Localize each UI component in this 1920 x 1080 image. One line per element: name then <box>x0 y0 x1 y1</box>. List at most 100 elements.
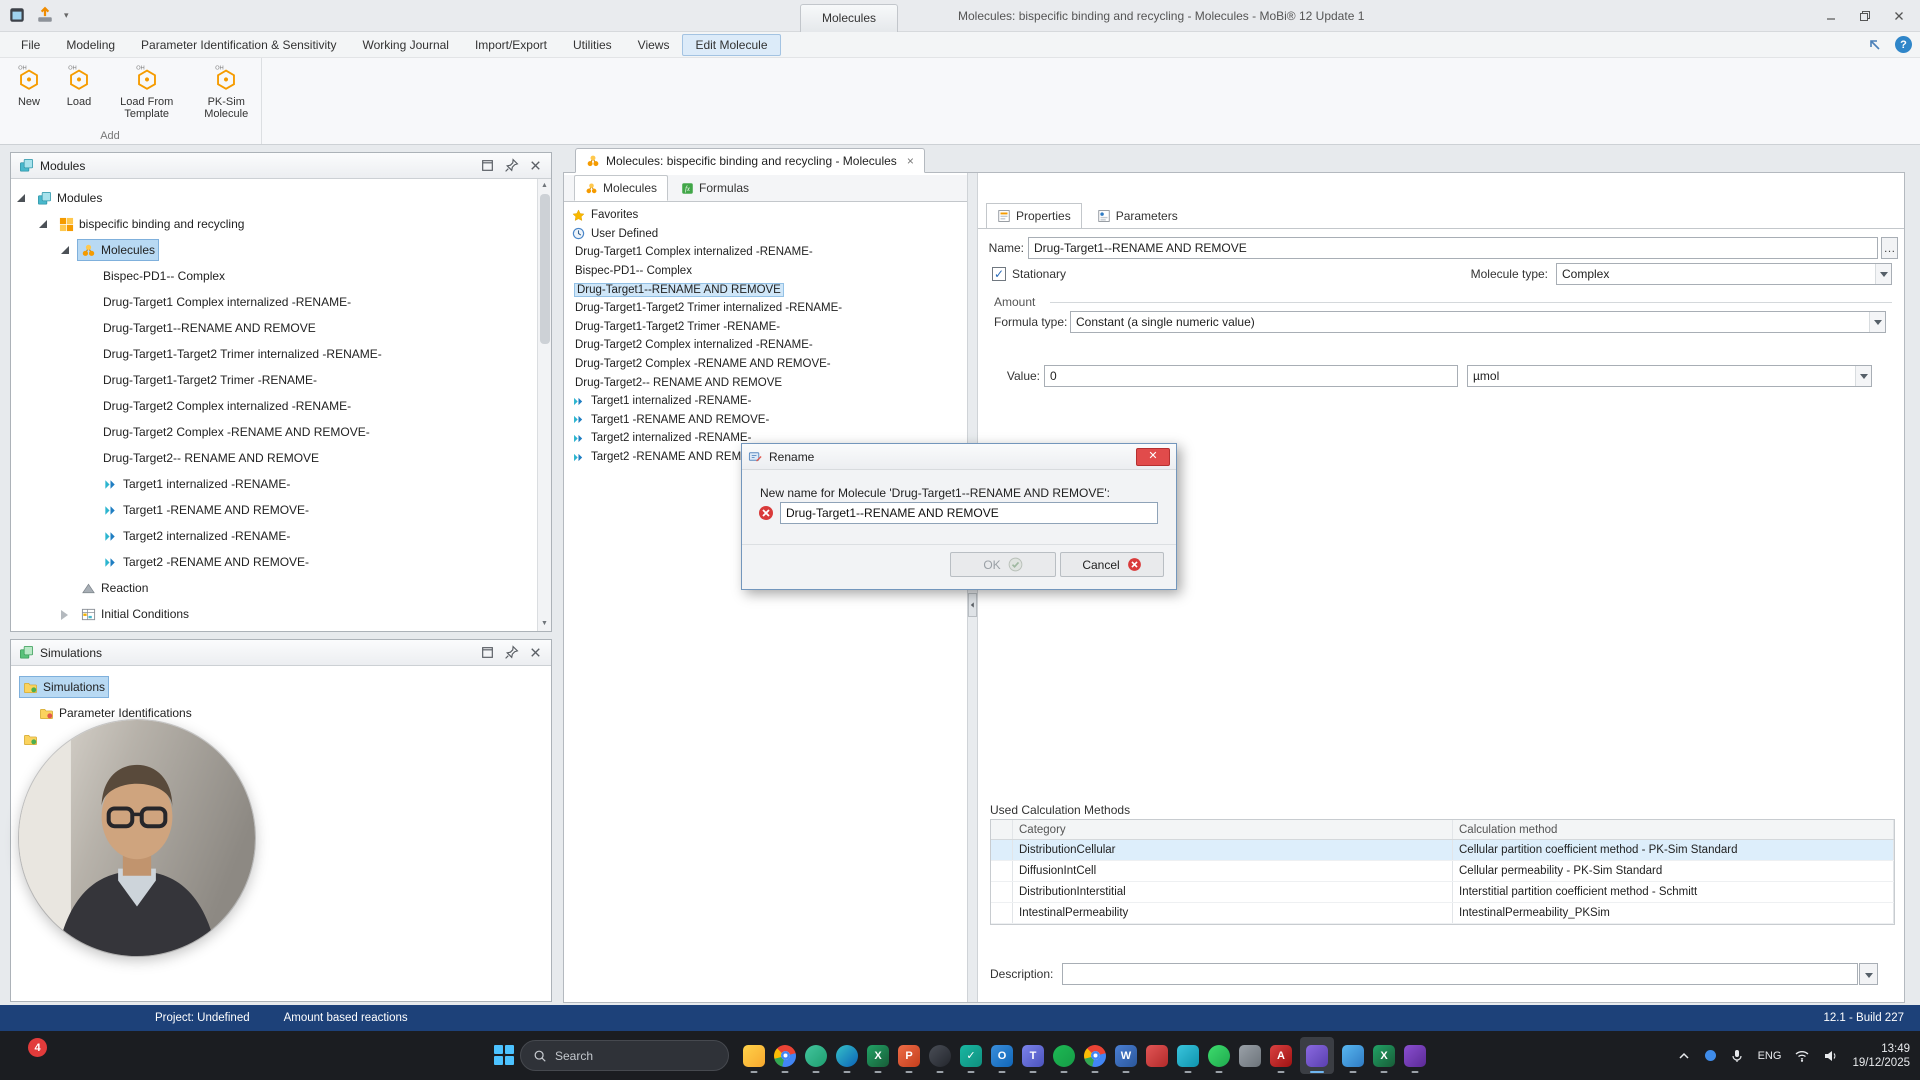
maximize-panel-icon[interactable] <box>480 158 495 173</box>
chevron-down-icon[interactable] <box>1869 312 1885 332</box>
pin-icon[interactable] <box>504 158 519 173</box>
taskbar-app-chrome[interactable] <box>773 1037 797 1074</box>
molecule-list-item-favorites[interactable]: Favorites <box>564 206 967 225</box>
ucm-row-intestinalpermeability[interactable]: IntestinalPermeability IntestinalPermeabi… <box>991 903 1894 924</box>
molecule-list-item-drug-target2-complex-rename-and-remove[interactable]: Drug-Target2 Complex -RENAME AND REMOVE- <box>564 355 967 374</box>
tree-item-drug-target2-rename-and-remove[interactable]: Drug-Target2-- RENAME AND REMOVE <box>11 445 537 471</box>
maximize-button[interactable] <box>1848 0 1882 32</box>
scroll-up-icon[interactable]: ▲ <box>538 179 552 193</box>
stationary-checkbox[interactable]: ✓ <box>992 267 1006 281</box>
dialog-close-button[interactable]: ✕ <box>1136 447 1170 466</box>
menu-modeling[interactable]: Modeling <box>53 34 128 56</box>
microphone-icon[interactable] <box>1729 1048 1745 1064</box>
minimize-button[interactable] <box>1814 0 1848 32</box>
tree-item-drug-target2-complex-rename-and-remove[interactable]: Drug-Target2 Complex -RENAME AND REMOVE- <box>11 419 537 445</box>
tray-chevron-up-icon[interactable] <box>1676 1048 1692 1064</box>
molecule-list-item-drug-target2-rename-and-remove[interactable]: Drug-Target2-- RENAME AND REMOVE <box>564 373 967 392</box>
tree-item-drug-target1-rename-and-remove[interactable]: Drug-Target1--RENAME AND REMOVE <box>11 315 537 341</box>
wifi-icon[interactable] <box>1794 1048 1810 1064</box>
tab-properties[interactable]: Properties <box>986 203 1082 229</box>
language-indicator[interactable]: ENG <box>1758 1050 1782 1062</box>
app-window-icon[interactable] <box>8 6 26 24</box>
molecule-list-item-user-defined[interactable]: User Defined <box>564 225 967 244</box>
chevron-down-icon[interactable] <box>1875 264 1891 284</box>
taskbar-clock[interactable]: 13:49 19/12/2025 <box>1852 1042 1910 1070</box>
description-expand-button[interactable] <box>1859 963 1878 985</box>
taskbar-app-whatsapp[interactable] <box>1207 1037 1231 1074</box>
taskbar-app-excel-2[interactable]: X <box>1372 1037 1396 1074</box>
simulations-item-parameter-identifications[interactable]: Parameter Identifications <box>11 700 550 726</box>
tree-item-drug-target1-complex-internalized-rename[interactable]: Drug-Target1 Complex internalized -RENAM… <box>11 289 537 315</box>
tree-item-modules[interactable]: Modules <box>11 185 537 211</box>
tab-parameters[interactable]: Parameters <box>1086 203 1189 229</box>
notification-badge[interactable]: 4 <box>28 1038 47 1057</box>
value-field[interactable]: 0 <box>1044 365 1458 387</box>
chevron-down-icon[interactable] <box>1855 366 1871 386</box>
tab-molecules[interactable]: Molecules <box>574 175 669 201</box>
name-field[interactable]: Drug-Target1--RENAME AND REMOVE <box>1028 237 1878 259</box>
close-tab-icon[interactable]: × <box>907 155 914 167</box>
tree-item-drug-target1-target2-trimer-internalized-rename[interactable]: Drug-Target1-Target2 Trimer internalized… <box>11 341 537 367</box>
molecule-list-item-drug-target1-target2-trimer-rename[interactable]: Drug-Target1-Target2 Trimer -RENAME- <box>564 318 967 337</box>
taskbar-app-cyan-app[interactable] <box>1176 1037 1200 1074</box>
taskbar-app-excel[interactable]: X <box>866 1037 890 1074</box>
taskbar-app-todo-check[interactable]: ✓ <box>959 1037 983 1074</box>
molecule-type-select[interactable]: Complex <box>1556 263 1892 285</box>
rename-dialog-titlebar[interactable]: Rename ✕ <box>742 444 1176 470</box>
taskbar-app-acrobat[interactable]: A <box>1269 1037 1293 1074</box>
cancel-button[interactable]: Cancel <box>1060 552 1164 577</box>
molecule-list-item-target1-internalized-rename[interactable]: Target1 internalized -RENAME- <box>564 392 967 411</box>
taskbar-app-edge[interactable] <box>835 1037 859 1074</box>
taskbar-app-powerpoint[interactable]: P <box>897 1037 921 1074</box>
rename-input[interactable] <box>780 502 1158 524</box>
taskbar-app-obs-studio[interactable] <box>928 1037 952 1074</box>
molecule-list-item-target1-rename-and-remove[interactable]: Target1 -RENAME AND REMOVE- <box>564 411 967 430</box>
scroll-down-icon[interactable]: ▼ <box>538 617 552 631</box>
tree-item-initial-conditions[interactable]: Initial Conditions <box>11 601 537 627</box>
taskbar-app-file-explorer[interactable] <box>742 1037 766 1074</box>
document-tab[interactable]: Molecules: bispecific binding and recycl… <box>575 148 925 173</box>
ucm-row-distributioninterstitial[interactable]: DistributionInterstitial Interstitial par… <box>991 882 1894 903</box>
tree-item-molecules[interactable]: Molecules <box>11 237 537 263</box>
ucm-row-diffusionintcell[interactable]: DiffusionIntCell Cellular permeability - … <box>991 861 1894 882</box>
simulations-item-simulations[interactable]: Simulations <box>11 674 550 700</box>
modules-scrollbar[interactable]: ▲ ▼ <box>537 179 551 631</box>
menu-utilities[interactable]: Utilities <box>560 34 625 56</box>
ok-button[interactable]: OK <box>950 552 1056 577</box>
volume-icon[interactable] <box>1823 1048 1839 1064</box>
help-icon[interactable]: ? <box>1895 36 1912 53</box>
taskbar-search[interactable]: Search <box>520 1040 729 1071</box>
formula-type-select[interactable]: Constant (a single numeric value) <box>1070 311 1886 333</box>
tree-item-reaction[interactable]: Reaction <box>11 575 537 601</box>
taskbar-app-green-app[interactable] <box>804 1037 828 1074</box>
tree-item-bispecific-binding-and-recycling[interactable]: bispecific binding and recycling <box>11 211 537 237</box>
collapse-expander-icon[interactable] <box>39 220 47 228</box>
maximize-panel-icon[interactable] <box>480 645 495 660</box>
ribbon-button-new[interactable]: OH New <box>6 62 52 110</box>
molecule-list-item-drug-target2-complex-internalized-rename[interactable]: Drug-Target2 Complex internalized -RENAM… <box>564 336 967 355</box>
name-browse-button[interactable]: … <box>1881 237 1898 259</box>
tree-item-bispec-pd1-complex[interactable]: Bispec-PD1-- Complex <box>11 263 537 289</box>
ribbon-button-load[interactable]: OH Load <box>56 62 102 110</box>
taskbar-app-photos[interactable] <box>1341 1037 1365 1074</box>
popout-arrow-icon[interactable] <box>1867 37 1883 53</box>
description-field[interactable] <box>1062 963 1858 985</box>
menu-working-journal[interactable]: Working Journal <box>349 34 461 56</box>
taskbar-app-teams[interactable]: T <box>1021 1037 1045 1074</box>
collapse-splitter-button[interactable] <box>968 593 977 617</box>
unit-select[interactable]: µmol <box>1467 365 1872 387</box>
qat-dropdown-icon[interactable]: ▾ <box>64 10 69 21</box>
taskbar-app-screen-recorder[interactable] <box>1300 1037 1334 1074</box>
close-panel-icon[interactable] <box>528 158 543 173</box>
collapse-expander-icon[interactable] <box>61 246 69 254</box>
molecule-list-item-bispec-pd1-complex[interactable]: Bispec-PD1-- Complex <box>564 262 967 281</box>
ucm-method-header[interactable]: Calculation method <box>1453 820 1894 839</box>
taskbar-app-spotify[interactable] <box>1052 1037 1076 1074</box>
taskbar-app-red-app[interactable] <box>1145 1037 1169 1074</box>
menu-parameter-identification-sensitivity[interactable]: Parameter Identification & Sensitivity <box>128 34 349 56</box>
scroll-thumb[interactable] <box>539 194 550 344</box>
start-button[interactable] <box>494 1045 515 1066</box>
taskbar-app-purple-app[interactable] <box>1403 1037 1427 1074</box>
taskbar-app-gray-app[interactable] <box>1238 1037 1262 1074</box>
menu-file[interactable]: File <box>8 34 53 56</box>
